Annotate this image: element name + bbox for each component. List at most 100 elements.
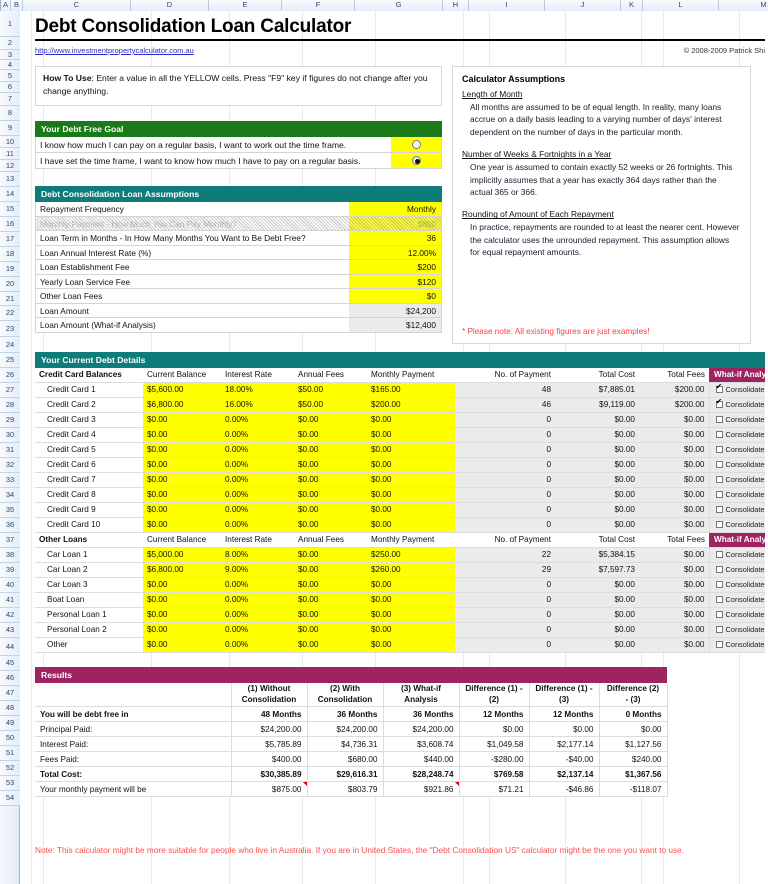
checkbox-icon[interactable] bbox=[715, 476, 723, 484]
column-header-H[interactable]: H bbox=[443, 0, 469, 11]
row-header-31[interactable]: 31 bbox=[0, 443, 20, 458]
column-header-B[interactable]: B bbox=[11, 0, 23, 11]
table-cell[interactable]: $165.00 bbox=[367, 382, 455, 399]
row-header-37[interactable]: 37 bbox=[0, 533, 20, 548]
row-header-49[interactable]: 49 bbox=[0, 716, 20, 731]
assumption-row[interactable]: Repayment Frequency Monthly bbox=[35, 202, 442, 217]
assumption-row[interactable]: Loan Annual Interest Rate (%) 12.00% bbox=[35, 245, 442, 260]
row-header-21[interactable]: 21 bbox=[0, 292, 20, 306]
table-cell[interactable]: 18.00% bbox=[221, 382, 294, 399]
table-cell[interactable]: 8.00% bbox=[221, 547, 294, 564]
consolidate-checkbox-cell[interactable]: Consolidate bbox=[708, 637, 765, 654]
row-header-42[interactable]: 42 bbox=[0, 608, 20, 623]
table-cell[interactable]: $0.00 bbox=[294, 547, 367, 564]
table-cell[interactable]: $200.00 bbox=[367, 397, 455, 414]
row-header-51[interactable]: 51 bbox=[0, 746, 20, 761]
table-cell[interactable]: $0.00 bbox=[367, 517, 455, 534]
table-cell[interactable]: $6,800.00 bbox=[143, 562, 221, 579]
checkbox-icon[interactable] bbox=[715, 416, 723, 424]
column-header-I[interactable]: I bbox=[469, 0, 545, 11]
table-cell[interactable]: 0.00% bbox=[221, 502, 294, 519]
column-header-F[interactable]: F bbox=[282, 0, 355, 11]
column-header-E[interactable]: E bbox=[209, 0, 282, 11]
radio-button-icon[interactable] bbox=[411, 140, 421, 149]
assumption-row[interactable]: Other Loan Fees $0 bbox=[35, 289, 442, 304]
table-cell[interactable]: 0.00% bbox=[221, 517, 294, 534]
table-cell[interactable]: $6,800.00 bbox=[143, 397, 221, 414]
table-cell[interactable]: $0.00 bbox=[367, 472, 455, 489]
assumption-row[interactable]: Loan Amount $24,200 bbox=[35, 303, 442, 318]
column-header-L[interactable]: L bbox=[643, 0, 719, 11]
assumption-value[interactable]: $0 bbox=[349, 289, 441, 303]
table-cell[interactable]: 0.00% bbox=[221, 442, 294, 459]
row-header-15[interactable]: 15 bbox=[0, 202, 20, 217]
row-header-6[interactable]: 6 bbox=[0, 82, 20, 93]
table-cell[interactable]: $0.00 bbox=[367, 592, 455, 609]
table-cell[interactable]: $0.00 bbox=[367, 502, 455, 519]
row-header-38[interactable]: 38 bbox=[0, 548, 20, 563]
checkbox-icon[interactable] bbox=[715, 611, 723, 619]
row-header-32[interactable]: 32 bbox=[0, 458, 20, 473]
row-header-20[interactable]: 20 bbox=[0, 277, 20, 292]
row-header-9[interactable]: 9 bbox=[0, 121, 20, 136]
row-header-28[interactable]: 28 bbox=[0, 398, 20, 413]
consolidate-checkbox-cell[interactable]: Consolidate bbox=[708, 622, 765, 639]
table-cell[interactable]: $0.00 bbox=[367, 622, 455, 639]
checkbox-icon[interactable] bbox=[715, 383, 723, 394]
row-header-22[interactable]: 22 bbox=[0, 306, 20, 321]
checkbox-icon[interactable] bbox=[715, 521, 723, 529]
goal-option-row[interactable]: I know how much I can pay on a regular b… bbox=[35, 137, 442, 153]
table-cell[interactable]: $0.00 bbox=[294, 622, 367, 639]
row-header-10[interactable]: 10 bbox=[0, 136, 20, 148]
checkbox-icon[interactable] bbox=[715, 446, 723, 454]
table-cell[interactable]: $0.00 bbox=[294, 607, 367, 624]
assumption-value[interactable]: $120 bbox=[349, 274, 441, 288]
row-header-17[interactable]: 17 bbox=[0, 232, 20, 247]
consolidate-checkbox-cell[interactable]: Consolidate bbox=[708, 457, 765, 474]
checkbox-icon[interactable] bbox=[715, 506, 723, 514]
goal-option-radio-cell[interactable] bbox=[391, 153, 441, 168]
row-header-23[interactable]: 23 bbox=[0, 321, 20, 337]
assumption-row[interactable]: Yearly Loan Service Fee $120 bbox=[35, 274, 442, 289]
column-header-J[interactable]: J bbox=[545, 0, 621, 11]
table-cell[interactable]: 0.00% bbox=[221, 472, 294, 489]
column-header-A[interactable]: A bbox=[1, 0, 11, 11]
checkbox-icon[interactable] bbox=[715, 596, 723, 604]
row-header-47[interactable]: 47 bbox=[0, 686, 20, 701]
row-header-40[interactable]: 40 bbox=[0, 578, 20, 593]
consolidate-checkbox-cell[interactable]: Consolidate bbox=[708, 592, 765, 609]
table-cell[interactable]: 9.00% bbox=[221, 562, 294, 579]
table-cell[interactable]: $5,000.00 bbox=[143, 547, 221, 564]
row-header-3[interactable]: 3 bbox=[0, 50, 20, 60]
table-cell[interactable]: $0.00 bbox=[143, 442, 221, 459]
table-cell[interactable]: $0.00 bbox=[143, 412, 221, 429]
table-cell[interactable]: $0.00 bbox=[294, 412, 367, 429]
select-all-corner[interactable] bbox=[0, 0, 1, 11]
table-cell[interactable]: $5,600.00 bbox=[143, 382, 221, 399]
row-header-29[interactable]: 29 bbox=[0, 413, 20, 428]
row-header-5[interactable]: 5 bbox=[0, 70, 20, 82]
table-cell[interactable]: $250.00 bbox=[367, 547, 455, 564]
checkbox-icon[interactable] bbox=[715, 566, 723, 574]
row-header-48[interactable]: 48 bbox=[0, 701, 20, 716]
row-header-54[interactable]: 54 bbox=[0, 791, 20, 806]
row-header-13[interactable]: 13 bbox=[0, 172, 20, 187]
website-link[interactable]: http://www.investmentpropertycalculator.… bbox=[35, 46, 194, 55]
table-cell[interactable]: 0.00% bbox=[221, 607, 294, 624]
row-header-2[interactable]: 2 bbox=[0, 37, 20, 50]
assumption-row[interactable]: Loan Amount (What-if Analysis) $12,400 bbox=[35, 318, 442, 333]
row-header-30[interactable]: 30 bbox=[0, 428, 20, 443]
row-header-16[interactable]: 16 bbox=[0, 217, 20, 232]
row-header-27[interactable]: 27 bbox=[0, 383, 20, 398]
table-cell[interactable]: $0.00 bbox=[143, 607, 221, 624]
table-cell[interactable]: $0.00 bbox=[294, 592, 367, 609]
table-cell[interactable]: $0.00 bbox=[367, 412, 455, 429]
table-cell[interactable]: $0.00 bbox=[294, 637, 367, 654]
table-cell[interactable]: $0.00 bbox=[143, 487, 221, 504]
table-cell[interactable]: $0.00 bbox=[294, 427, 367, 444]
table-cell[interactable]: 0.00% bbox=[221, 592, 294, 609]
table-cell[interactable]: 0.00% bbox=[221, 427, 294, 444]
checkbox-icon[interactable] bbox=[715, 551, 723, 559]
assumption-row[interactable]: Loan Establishment Fee $200 bbox=[35, 260, 442, 275]
consolidate-checkbox-cell[interactable]: Consolidate bbox=[708, 442, 765, 459]
